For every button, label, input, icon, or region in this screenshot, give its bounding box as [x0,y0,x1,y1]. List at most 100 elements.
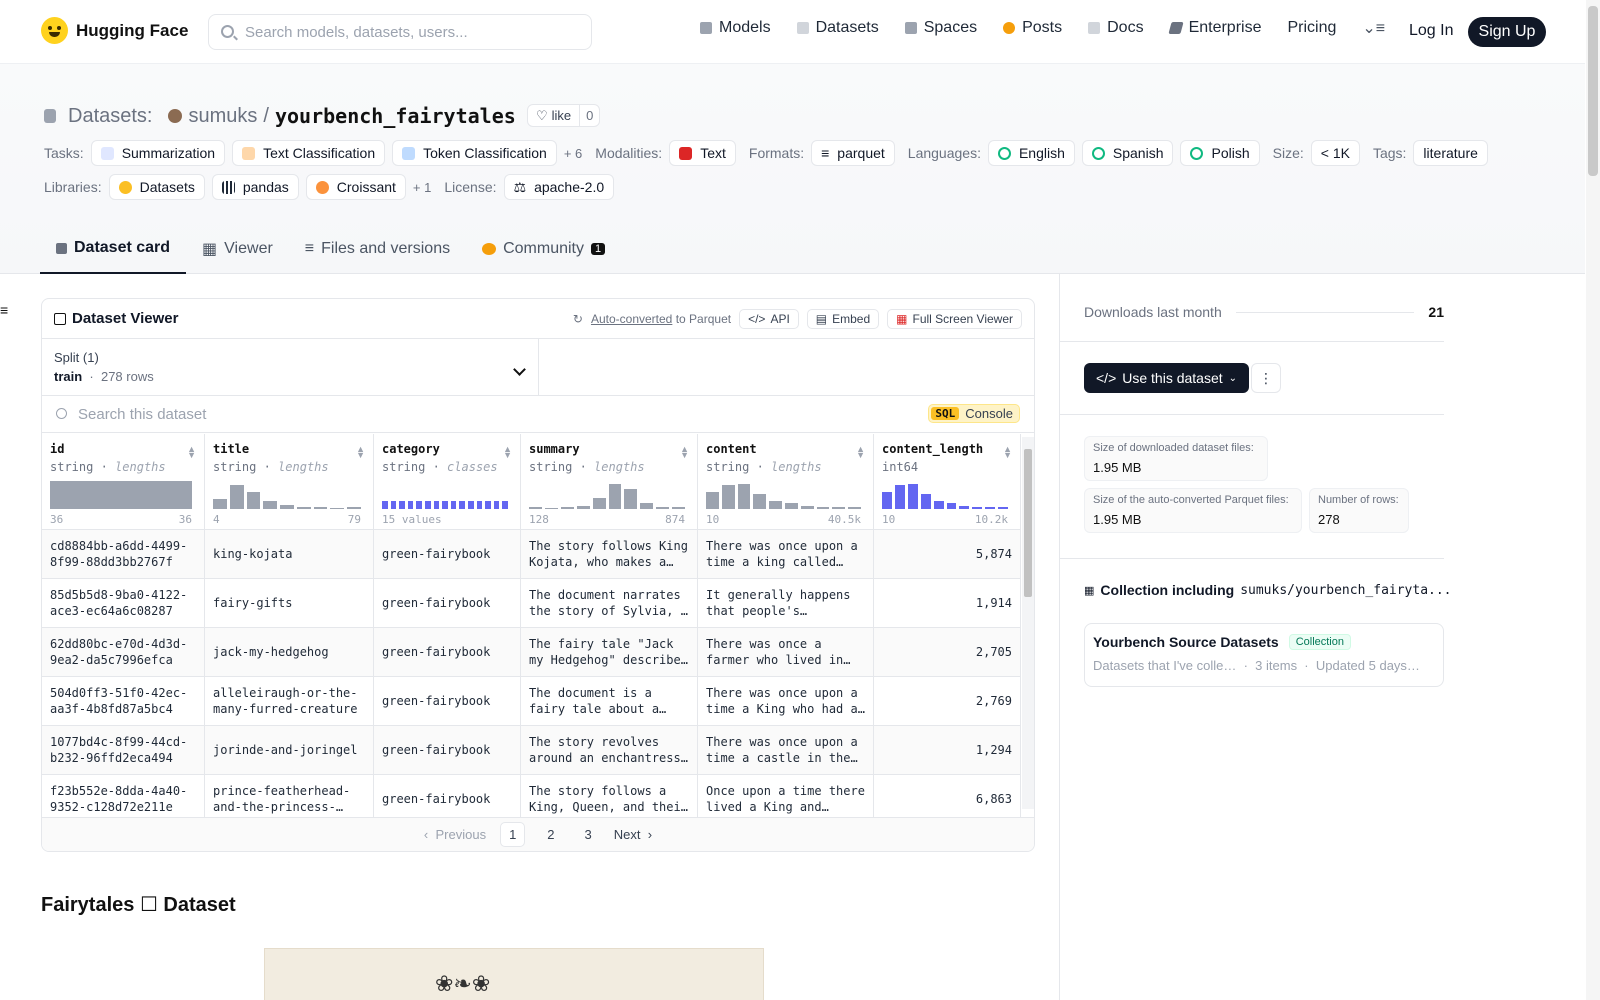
histogram-bar[interactable] [933,500,944,509]
sort-icon[interactable]: ▲ ▼ [856,445,865,460]
table-row[interactable]: 1077bd4c-8f99-44cd-b232-96ffd2eca494 jori… [42,726,1021,775]
sidebar-toggle-icon[interactable]: ≡ [0,302,8,318]
histogram-bar[interactable] [229,485,244,509]
nav-spaces[interactable]: Spaces [904,19,977,37]
nav-pricing[interactable]: Pricing [1287,19,1336,37]
table-cell[interactable]: jack-my-hedgehog [205,628,374,676]
sort-icon[interactable]: ▲ ▼ [1003,445,1012,460]
tag-token-classification[interactable]: Token Classification [392,140,557,166]
histogram-bar[interactable] [407,501,414,509]
nav-datasets[interactable]: Datasets [796,19,879,37]
histogram-bar[interactable] [296,506,311,509]
table-cell[interactable]: 2,769 [874,677,1021,725]
hf-logo-link[interactable]: Hugging Face [41,17,188,44]
histogram-bar[interactable] [390,501,397,509]
histogram-bar[interactable] [721,485,735,509]
histogram-bar[interactable] [424,501,431,509]
histogram-bar[interactable] [848,507,861,509]
table-cell[interactable]: 1,914 [874,579,1021,627]
page-2[interactable]: 2 [539,823,562,846]
global-search-input[interactable]: Search models, datasets, users... [208,14,592,50]
histogram-bar[interactable] [737,483,751,509]
embed-button[interactable]: ▤ Embed [806,308,880,329]
histogram-bar[interactable] [347,507,362,509]
histogram-bar[interactable] [493,501,500,509]
tag-text[interactable]: Text [669,140,736,166]
histogram-bar[interactable] [485,501,491,509]
table-cell[interactable]: alleleiraugh-or-the-many-furred-creature [205,677,374,725]
table-cell[interactable]: Once upon a time there lived a King and… [698,775,874,823]
table-cell[interactable]: jorinde-and-joringel [205,726,374,774]
page-scrollbar[interactable] [1586,0,1600,1000]
tag-literature[interactable]: literature [1413,140,1488,166]
next-page-button[interactable]: Next › [614,827,652,842]
column-histogram[interactable] [382,481,508,509]
histogram-bar[interactable] [706,492,719,509]
login-link[interactable]: Log In [1409,22,1453,40]
tag-croissant[interactable]: Croissant [305,174,406,200]
table-cell[interactable]: 504d0ff3-51f0-42ec-aa3f-4b8fd87a5bc4 [42,677,205,725]
sort-icon[interactable]: ▲ ▼ [680,445,689,460]
histogram-bar[interactable] [502,501,508,509]
table-cell[interactable]: There was once upon a time a King who ha… [698,677,874,725]
histogram-bar[interactable] [213,499,227,509]
sort-icon[interactable]: ▲ ▼ [503,445,512,460]
table-cell[interactable]: 6,863 [874,775,1021,823]
histogram-bar[interactable] [382,501,388,509]
table-row[interactable]: 504d0ff3-51f0-42ec-aa3f-4b8fd87a5bc4 alle… [42,677,1021,726]
table-cell[interactable]: The document narrates the story of Sylvi… [521,579,698,627]
tag-polish[interactable]: Polish [1180,140,1260,166]
column-content-length[interactable]: content_length int64 ▲ ▼ 10 10.2k [874,434,1021,529]
table-cell[interactable]: green-fairybook [374,677,521,725]
histogram-bar[interactable] [529,507,542,509]
split-selector[interactable]: Split (1) train · 278 rows [42,339,539,395]
owner-link[interactable]: sumuks [188,105,257,128]
sort-icon[interactable]: ▲ ▼ [356,445,365,460]
histogram-bar[interactable] [672,507,686,509]
table-cell[interactable]: 1077bd4c-8f99-44cd-b232-96ffd2eca494 [42,726,205,774]
use-dataset-button[interactable]: </> Use this dataset ⌄ [1084,363,1250,393]
tag-size[interactable]: < 1K [1310,140,1360,166]
histogram-bar[interactable] [608,483,622,509]
dataset-search-input[interactable]: Search this dataset SQL Console [42,396,1034,433]
table-cell[interactable]: 85d5b5d8-9ba0-4122-ace3-ec64a6c08287 [42,579,205,627]
histogram-bar[interactable] [476,501,483,509]
tag-text-classification[interactable]: Text Classification [232,140,386,166]
tag-parquet[interactable]: ≡ parquet [811,140,895,166]
column-histogram[interactable] [882,481,1009,509]
histogram-bar[interactable] [560,507,574,509]
histogram-bar[interactable] [656,506,670,509]
table-cell[interactable]: The fairy tale "Jack my Hedgehog" descri… [521,628,698,676]
table-cell[interactable]: green-fairybook [374,579,521,627]
histogram-bar[interactable] [946,503,957,509]
histogram-bar[interactable] [442,501,448,509]
tag-spanish[interactable]: Spanish [1081,140,1174,166]
histogram-bar[interactable] [784,503,798,509]
histogram-bar[interactable] [907,483,918,509]
column-histogram[interactable] [213,481,362,509]
sql-console-button[interactable]: SQL Console [928,404,1020,423]
histogram-bar[interactable] [640,503,654,509]
histogram-bar[interactable] [544,508,558,509]
previous-page-button[interactable]: ‹ Previous [424,827,486,842]
histogram-bar[interactable] [920,493,931,509]
tag-license[interactable]: ⚖ apache-2.0 [503,174,615,200]
table-scrollbar[interactable] [1022,437,1034,809]
histogram-bar[interactable] [459,501,465,509]
histogram-bar[interactable] [576,506,590,509]
histogram-bar[interactable] [998,507,1009,509]
column-content[interactable]: content string · lengths ▲ ▼ 10 40.5k [698,434,874,529]
histogram-bar[interactable] [263,500,278,509]
table-row[interactable]: cd8884bb-a6dd-4499-8f99-88dd3bb2767f king… [42,530,1021,579]
histogram-bar[interactable] [800,505,814,509]
table-cell[interactable]: cd8884bb-a6dd-4499-8f99-88dd3bb2767f [42,530,205,578]
column-id[interactable]: id string · lengths ▲ ▼ 36 36 [42,434,205,529]
column-histogram[interactable] [529,481,686,509]
tag-summarization[interactable]: Summarization [90,140,226,166]
nav-posts[interactable]: Posts [1003,19,1062,37]
table-cell[interactable]: green-fairybook [374,726,521,774]
column-summary[interactable]: summary string · lengths ▲ ▼ 128 874 [521,434,698,529]
dataset-name[interactable]: yourbench_fairytales [275,104,516,128]
tag-datasets-lib[interactable]: Datasets [108,174,205,200]
histogram-bar[interactable] [416,501,422,509]
